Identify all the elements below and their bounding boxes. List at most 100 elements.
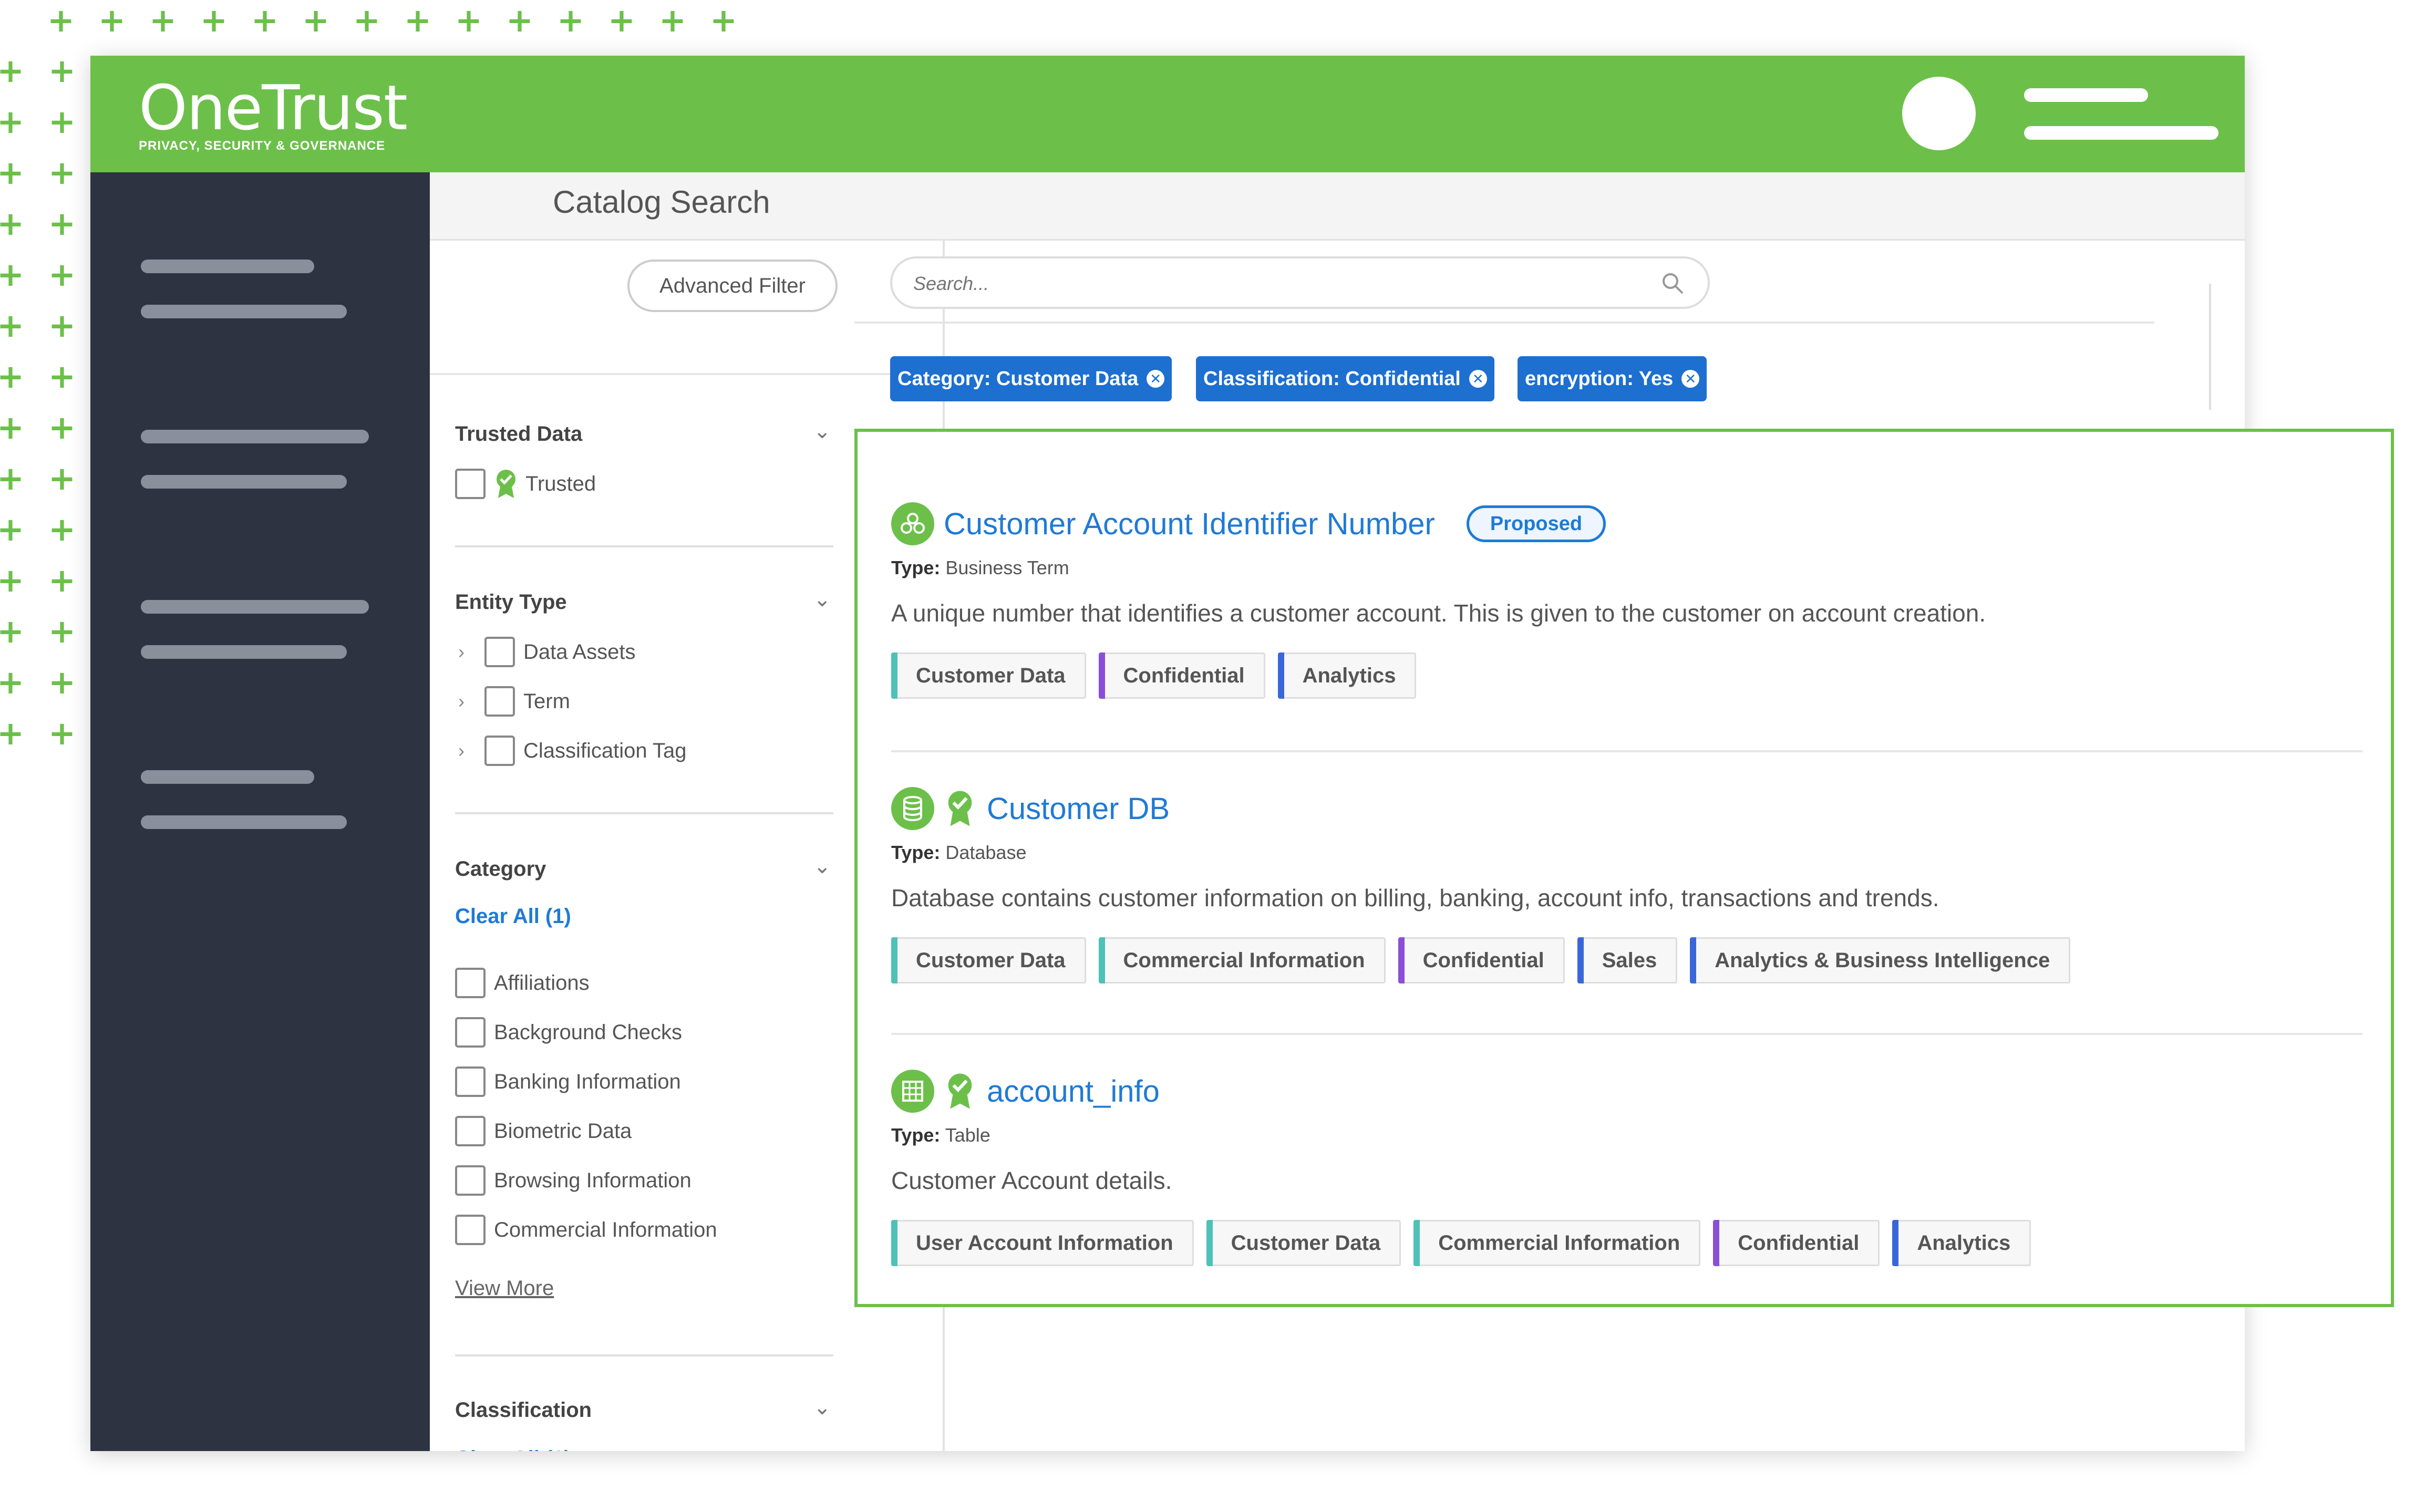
plus-icon: +	[0, 714, 24, 752]
close-icon[interactable]: ✕	[1681, 370, 1700, 388]
chevron-down-icon[interactable]: ⌄	[813, 854, 831, 878]
chevron-right-icon[interactable]: ›	[458, 690, 469, 712]
tag[interactable]: Confidential	[1713, 1220, 1880, 1266]
category-option[interactable]: Background Checks	[455, 1017, 682, 1048]
chevron-down-icon[interactable]: ⌄	[813, 419, 831, 443]
divider	[891, 750, 2362, 752]
plus-icon: +	[48, 153, 76, 192]
logo[interactable]: OneTrust	[139, 71, 408, 144]
tag[interactable]: Analytics	[1892, 1220, 2031, 1266]
scrollbar[interactable]	[2209, 284, 2211, 410]
sidebar-placeholder-item[interactable]	[141, 430, 369, 443]
sidebar-placeholder-item[interactable]	[141, 600, 369, 614]
category-checkbox[interactable]	[455, 1165, 486, 1196]
result-title-link[interactable]: Customer Account Identifier Number	[944, 506, 1435, 542]
sidebar-placeholder-item[interactable]	[141, 815, 347, 829]
category-option[interactable]: Banking Information	[455, 1066, 681, 1097]
entity-type-option-label: Term	[523, 689, 570, 713]
sidebar-placeholder-item[interactable]	[141, 770, 314, 784]
category-option[interactable]: Commercial Information	[455, 1215, 717, 1245]
category-view-more-link[interactable]: View More	[455, 1277, 554, 1300]
category-checkbox[interactable]	[455, 1017, 486, 1048]
tag[interactable]: Commercial Information	[1098, 937, 1386, 983]
close-icon[interactable]: ✕	[1147, 370, 1165, 388]
result-type: Type: Business Term	[891, 557, 1069, 579]
tag[interactable]: Commercial Information	[1413, 1220, 1701, 1266]
tag[interactable]: Customer Data	[891, 653, 1086, 699]
category-checkbox[interactable]	[455, 1116, 486, 1146]
category-checkbox[interactable]	[455, 1215, 486, 1245]
plus-icon: +	[48, 306, 76, 345]
result-tags: Customer Data Confidential Analytics	[891, 653, 1429, 699]
entity-type-option-label: Classification Tag	[523, 739, 687, 762]
sidebar-placeholder-item[interactable]	[141, 305, 347, 318]
sidebar-placeholder-item[interactable]	[141, 475, 347, 489]
advanced-filter-button[interactable]: Advanced Filter	[627, 260, 838, 312]
close-icon[interactable]: ✕	[1469, 370, 1487, 388]
category-option[interactable]: Affiliations	[455, 968, 590, 998]
plus-icon: +	[48, 510, 76, 548]
category-checkbox[interactable]	[455, 1066, 486, 1097]
chevron-right-icon[interactable]: ›	[458, 641, 469, 663]
entity-type-checkbox[interactable]	[484, 736, 515, 766]
tag-label: Commercial Information	[1438, 1231, 1680, 1255]
page-title: Catalog Search	[553, 184, 770, 220]
result-type-value: Table	[945, 1124, 990, 1146]
tag[interactable]: Confidential	[1098, 653, 1265, 699]
tag-label: Confidential	[1123, 664, 1245, 687]
category-option-label: Commercial Information	[494, 1218, 717, 1241]
chevron-down-icon[interactable]: ⌄	[813, 587, 831, 612]
entity-type-checkbox[interactable]	[484, 637, 515, 667]
tag[interactable]: Analytics & Business Intelligence	[1690, 937, 2071, 983]
category-option[interactable]: Browsing Information	[455, 1165, 692, 1196]
tag-label: Analytics	[1917, 1231, 2011, 1255]
category-option[interactable]: Biometric Data	[455, 1116, 632, 1146]
category-option-label: Banking Information	[494, 1070, 681, 1093]
entity-type-option[interactable]: › Term	[458, 686, 570, 717]
tag-label: Confidential	[1422, 948, 1544, 972]
active-filter-chip[interactable]: Classification: Confidential ✕	[1196, 356, 1494, 401]
chevron-right-icon[interactable]: ›	[458, 740, 469, 762]
page-header: Catalog Search	[430, 172, 2245, 241]
tag[interactable]: Sales	[1577, 937, 1678, 983]
entity-type-checkbox[interactable]	[484, 686, 515, 717]
tag[interactable]: Customer Data	[891, 937, 1086, 983]
trusted-checkbox[interactable]	[455, 469, 486, 499]
tag[interactable]: Confidential	[1398, 937, 1565, 983]
active-filter-chip[interactable]: Category: Customer Data ✕	[890, 356, 1172, 401]
logo-tagline: PRIVACY, SECURITY & GOVERNANCE	[139, 139, 386, 153]
plus-icon: +	[710, 1, 737, 39]
result-type-label: Type:	[891, 1124, 941, 1146]
result-description: Database contains customer information o…	[891, 884, 1939, 912]
plus-icon: +	[48, 408, 76, 447]
search-box[interactable]	[890, 256, 1710, 309]
result-description: A unique number that identifies a custom…	[891, 599, 1986, 627]
entity-type-option[interactable]: › Data Assets	[458, 637, 635, 667]
tag-label: Confidential	[1738, 1231, 1860, 1255]
tag[interactable]: Customer Data	[1206, 1220, 1401, 1266]
plus-icon: +	[0, 561, 24, 599]
tag[interactable]: User Account Information	[891, 1220, 1194, 1266]
result-title-link[interactable]: account_info	[987, 1074, 1160, 1109]
plus-icon: +	[455, 1, 482, 39]
entity-type-option[interactable]: › Classification Tag	[458, 736, 687, 766]
chevron-down-icon[interactable]: ⌄	[813, 1395, 831, 1420]
result-title-link[interactable]: Customer DB	[987, 791, 1170, 826]
classification-clear-all-link[interactable]: Clear All (1)	[455, 1447, 571, 1451]
sidebar-placeholder-item[interactable]	[141, 260, 314, 273]
category-checkbox[interactable]	[455, 968, 486, 998]
tag-label: Sales	[1602, 948, 1657, 972]
avatar[interactable]	[1902, 77, 1976, 150]
classification-heading: Classification	[455, 1399, 592, 1422]
trusted-option[interactable]: Trusted	[455, 469, 596, 499]
search-icon[interactable]	[1659, 270, 1687, 297]
plus-icon: +	[608, 1, 635, 39]
tag-label: Analytics	[1302, 664, 1396, 687]
search-input[interactable]	[913, 269, 1649, 298]
sidebar-placeholder-item[interactable]	[141, 645, 347, 659]
category-clear-all-link[interactable]: Clear All (1)	[455, 905, 571, 928]
tag[interactable]: Analytics	[1277, 653, 1417, 699]
plus-icon: +	[0, 663, 24, 701]
plus-icon: +	[506, 1, 533, 39]
active-filter-chip[interactable]: encryption: Yes ✕	[1518, 356, 1707, 401]
